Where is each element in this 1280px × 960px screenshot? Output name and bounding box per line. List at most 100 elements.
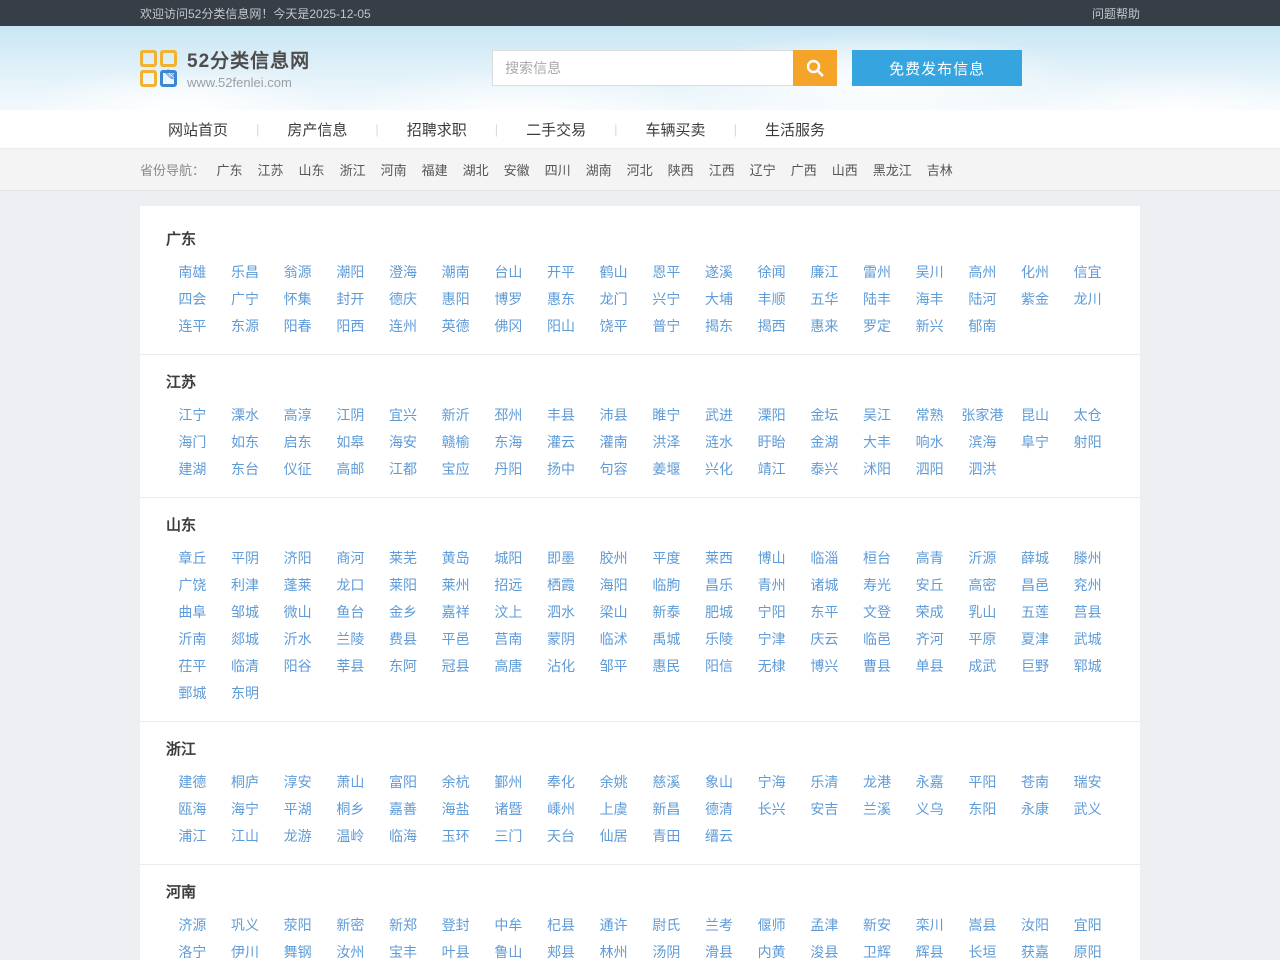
city-link[interactable]: 宜兴 [377,402,430,429]
city-link[interactable]: 庆云 [798,626,851,653]
city-link[interactable]: 饶平 [587,313,640,340]
city-link[interactable]: 惠东 [535,286,588,313]
city-link[interactable]: 响水 [903,429,956,456]
city-link[interactable]: 鲁山 [482,939,535,960]
city-link[interactable]: 怀集 [271,286,324,313]
city-link[interactable]: 潮阳 [324,259,377,286]
city-link[interactable]: 济阳 [271,545,324,572]
city-link[interactable]: 新密 [324,912,377,939]
city-link[interactable]: 桓台 [851,545,904,572]
city-link[interactable]: 茌平 [166,653,219,680]
city-link[interactable]: 泰兴 [798,456,851,483]
province-link-4[interactable]: 浙江 [340,163,366,178]
city-link[interactable]: 新昌 [640,796,693,823]
city-link[interactable]: 昌邑 [1009,572,1062,599]
city-link[interactable]: 永嘉 [903,769,956,796]
city-link[interactable]: 诸暨 [482,796,535,823]
city-link[interactable]: 永康 [1009,796,1062,823]
city-link[interactable]: 遂溪 [693,259,746,286]
city-link[interactable]: 长兴 [745,796,798,823]
city-link[interactable]: 宁津 [745,626,798,653]
city-link[interactable]: 灌南 [587,429,640,456]
city-link[interactable]: 海门 [166,429,219,456]
city-link[interactable]: 临朐 [640,572,693,599]
city-link[interactable]: 宁海 [745,769,798,796]
city-link[interactable]: 涟水 [693,429,746,456]
city-link[interactable]: 文登 [851,599,904,626]
city-link[interactable]: 莒县 [1061,599,1114,626]
city-link[interactable]: 阳西 [324,313,377,340]
city-link[interactable]: 城阳 [482,545,535,572]
city-link[interactable]: 即墨 [535,545,588,572]
city-link[interactable]: 新郑 [377,912,430,939]
nav-item-1[interactable]: 网站首页 [140,119,256,140]
city-link[interactable]: 江山 [219,823,272,850]
city-link[interactable]: 龙川 [1061,286,1114,313]
city-link[interactable]: 瑞安 [1061,769,1114,796]
city-link[interactable]: 普宁 [640,313,693,340]
city-link[interactable]: 栾川 [903,912,956,939]
city-link[interactable]: 汝阳 [1009,912,1062,939]
city-link[interactable]: 肥城 [693,599,746,626]
city-link[interactable]: 嵊州 [535,796,588,823]
city-link[interactable]: 齐河 [903,626,956,653]
city-link[interactable]: 英德 [429,313,482,340]
city-link[interactable]: 中牟 [482,912,535,939]
city-link[interactable]: 安吉 [798,796,851,823]
city-link[interactable]: 金坛 [798,402,851,429]
city-link[interactable]: 惠民 [640,653,693,680]
city-link[interactable]: 缙云 [693,823,746,850]
province-link-14[interactable]: 辽宁 [750,163,776,178]
city-link[interactable]: 单县 [903,653,956,680]
city-link[interactable]: 通许 [587,912,640,939]
city-link[interactable]: 曹县 [851,653,904,680]
city-link[interactable]: 泗洪 [956,456,1009,483]
city-link[interactable]: 泗阳 [903,456,956,483]
city-link[interactable]: 佛冈 [482,313,535,340]
city-link[interactable]: 莱州 [429,572,482,599]
city-link[interactable]: 兰溪 [851,796,904,823]
city-link[interactable]: 原阳 [1061,939,1114,960]
city-link[interactable]: 惠来 [798,313,851,340]
city-link[interactable]: 鹤山 [587,259,640,286]
city-link[interactable]: 汝州 [324,939,377,960]
city-link[interactable]: 东平 [798,599,851,626]
city-link[interactable]: 洪泽 [640,429,693,456]
city-link[interactable]: 偃师 [745,912,798,939]
province-link-6[interactable]: 福建 [422,163,448,178]
city-link[interactable]: 东台 [219,456,272,483]
city-link[interactable]: 莘县 [324,653,377,680]
city-link[interactable]: 临邑 [851,626,904,653]
city-link[interactable]: 商河 [324,545,377,572]
city-link[interactable]: 汤阴 [640,939,693,960]
city-link[interactable]: 高邮 [324,456,377,483]
province-link-16[interactable]: 山西 [832,163,858,178]
city-link[interactable]: 余姚 [587,769,640,796]
city-link[interactable]: 江都 [377,456,430,483]
city-link[interactable]: 兴化 [693,456,746,483]
city-link[interactable]: 乐昌 [219,259,272,286]
city-link[interactable]: 连州 [377,313,430,340]
city-link[interactable]: 莱阳 [377,572,430,599]
publish-button[interactable]: 免费发布信息 [852,50,1022,86]
city-link[interactable]: 东阳 [956,796,1009,823]
city-link[interactable]: 嘉祥 [429,599,482,626]
city-link[interactable]: 广饶 [166,572,219,599]
province-link-9[interactable]: 四川 [545,163,571,178]
city-link[interactable]: 辉县 [903,939,956,960]
city-link[interactable]: 浦江 [166,823,219,850]
city-link[interactable]: 青州 [745,572,798,599]
city-link[interactable]: 富阳 [377,769,430,796]
city-link[interactable]: 荣成 [903,599,956,626]
city-link[interactable]: 博兴 [798,653,851,680]
city-link[interactable]: 广宁 [219,286,272,313]
city-link[interactable]: 阳信 [693,653,746,680]
city-link[interactable]: 如东 [219,429,272,456]
city-link[interactable]: 赣榆 [429,429,482,456]
city-link[interactable]: 卫辉 [851,939,904,960]
city-link[interactable]: 巩义 [219,912,272,939]
city-link[interactable]: 姜堰 [640,456,693,483]
city-link[interactable]: 孟津 [798,912,851,939]
city-link[interactable]: 兴宁 [640,286,693,313]
city-link[interactable]: 临海 [377,823,430,850]
